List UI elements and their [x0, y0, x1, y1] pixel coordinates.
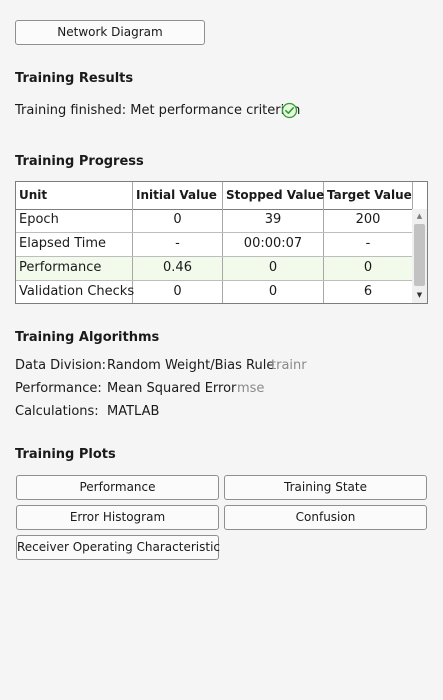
cell-unit: Validation Checks [16, 281, 134, 303]
cell-target-value: 6 [363, 284, 373, 299]
plot-performance-button[interactable]: Performance [16, 475, 219, 500]
training-progress-title: Training Progress [15, 154, 144, 169]
data-division-value: Random Weight/Bias Rule [107, 358, 275, 373]
table-row: Elapsed Time - 00:00:07 - [16, 233, 412, 257]
plot-roc-button[interactable]: Receiver Operating Characteristic [16, 535, 220, 560]
training-algorithms-title: Training Algorithms [15, 330, 160, 345]
scroll-down-arrow-icon[interactable]: ▼ [412, 289, 427, 301]
cell-unit: Epoch [16, 209, 133, 232]
cell-stopped-value: 39 [223, 209, 324, 232]
cell-stopped-value: 0 [223, 281, 324, 303]
table-header: Unit Initial Value Stopped Value Target … [16, 182, 427, 210]
table-row: Validation Checks 0 0 6 [16, 281, 412, 303]
column-header-initial-value: Initial Value [133, 182, 223, 209]
calculations-label: Calculations: [15, 404, 99, 419]
cell-initial-value: 0 [133, 281, 223, 303]
performance-function: mse [237, 381, 265, 396]
cell-initial-value: 0.46 [133, 257, 223, 280]
training-window: Network Diagram Training Results Trainin… [0, 0, 443, 700]
plot-error-histogram-button[interactable]: Error Histogram [16, 505, 219, 530]
network-diagram-button[interactable]: Network Diagram [15, 20, 205, 45]
column-header-target-value: Target Value [324, 182, 413, 209]
table-row: Epoch 0 39 200 [16, 209, 412, 233]
column-header-stopped-value: Stopped Value [223, 182, 324, 209]
performance-label: Performance: [15, 381, 102, 396]
performance-value: Mean Squared Error [107, 381, 237, 396]
column-header-unit: Unit [16, 182, 133, 209]
cell-stopped-value: 00:00:07 [223, 233, 324, 256]
cell-unit: Performance [16, 257, 133, 280]
cell-unit: Elapsed Time [16, 233, 133, 256]
cell-initial-value: 0 [133, 209, 223, 232]
cell-initial-value: - [133, 233, 223, 256]
success-check-icon [281, 102, 298, 119]
calculations-value: MATLAB [107, 404, 160, 419]
scroll-up-arrow-icon[interactable]: ▲ [412, 210, 427, 222]
training-progress-table: Unit Initial Value Stopped Value Target … [15, 181, 428, 304]
table-scrollbar[interactable]: ▲ ▼ [412, 209, 427, 303]
cell-stopped-value: 0 [223, 257, 324, 280]
training-plots-title: Training Plots [15, 447, 116, 462]
scrollbar-thumb[interactable] [414, 224, 425, 286]
plot-confusion-button[interactable]: Confusion [224, 505, 427, 530]
training-status-text: Training finished: Met performance crite… [15, 103, 301, 118]
data-division-function: trainr [271, 358, 307, 373]
cell-target-value: 0 [363, 260, 373, 275]
plot-training-state-button[interactable]: Training State [224, 475, 427, 500]
training-results-title: Training Results [15, 71, 134, 86]
cell-target-value: - [365, 236, 371, 251]
cell-target-value: 200 [355, 212, 381, 227]
table-row: Performance 0.46 0 0 [16, 257, 412, 281]
data-division-label: Data Division: [15, 358, 107, 373]
